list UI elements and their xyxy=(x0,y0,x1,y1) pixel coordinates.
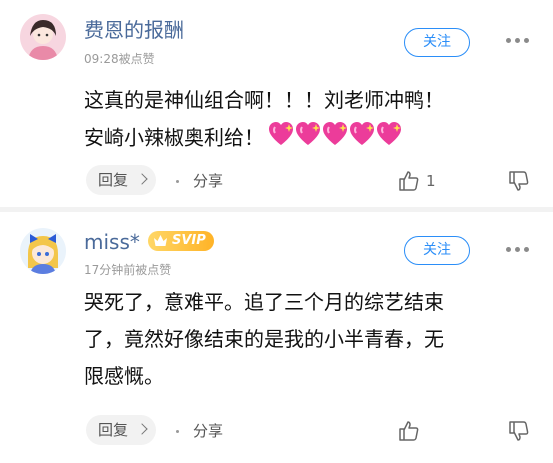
thumbs-up-icon[interactable] xyxy=(398,420,420,442)
svip-label: SVIP xyxy=(172,233,206,248)
comment-text-line: 限感慨。 xyxy=(84,364,164,388)
comment-text: 这真的是神仙组合啊！！！刘老师冲鸭！ 安崎小辣椒奥利给！ xyxy=(84,82,504,159)
comment-text-line: 这真的是神仙组合啊！！！刘老师冲鸭！ xyxy=(84,88,444,112)
comment-item: miss* SVIP 17分钟前被点赞 关注 哭死了，意难平。追了三个月的综艺结… xyxy=(0,212,553,463)
share-button[interactable]: 分享 xyxy=(193,170,223,191)
comment-text-span: 安崎小辣椒奥利给！ xyxy=(84,125,264,150)
reply-label: 回复 xyxy=(98,171,129,189)
reply-button[interactable]: 回复 xyxy=(86,415,156,445)
comment-item: 费恩的报酬 09:28被点赞 关注 这真的是神仙组合啊！！！刘老师冲鸭！ 安崎小… xyxy=(0,0,553,208)
more-options-icon[interactable] xyxy=(506,38,530,44)
reply-button[interactable]: 回复 xyxy=(86,165,156,195)
comment-text-line: 哭死了，意难平。追了三个月的综艺结束 xyxy=(84,290,444,314)
svip-badge: SVIP xyxy=(148,231,214,251)
more-options-icon[interactable] xyxy=(506,247,530,253)
comment-text: 哭死了，意难平。追了三个月的综艺结束 了，竟然好像结束的是我的小半青春，无 限感… xyxy=(84,284,504,395)
avatar[interactable] xyxy=(20,228,66,274)
separator-dot xyxy=(176,180,179,183)
timestamp: 17分钟前被点赞 xyxy=(84,263,172,277)
thumbs-down-icon[interactable] xyxy=(508,420,530,442)
share-button[interactable]: 分享 xyxy=(193,420,223,441)
thumbs-up-icon[interactable] xyxy=(398,170,420,192)
chevron-right-icon xyxy=(136,423,148,435)
comment-text-line: 了，竟然好像结束的是我的小半青春，无 xyxy=(84,327,444,351)
timestamp: 09:28被点赞 xyxy=(84,52,155,66)
separator-dot xyxy=(176,430,179,433)
username[interactable]: 费恩的报酬 xyxy=(84,14,184,43)
reply-label: 回复 xyxy=(98,421,129,439)
sparkling-heart-emoji xyxy=(268,119,403,159)
like-count: 1 xyxy=(426,172,436,190)
comment-text-line: 安崎小辣椒奥利给！ xyxy=(84,119,504,159)
username[interactable]: miss* xyxy=(84,230,140,254)
follow-button[interactable]: 关注 xyxy=(404,236,470,265)
follow-button[interactable]: 关注 xyxy=(404,28,470,57)
chevron-right-icon xyxy=(136,173,148,185)
thumbs-down-icon[interactable] xyxy=(508,170,530,192)
crown-icon xyxy=(154,235,167,246)
avatar[interactable] xyxy=(20,14,66,60)
